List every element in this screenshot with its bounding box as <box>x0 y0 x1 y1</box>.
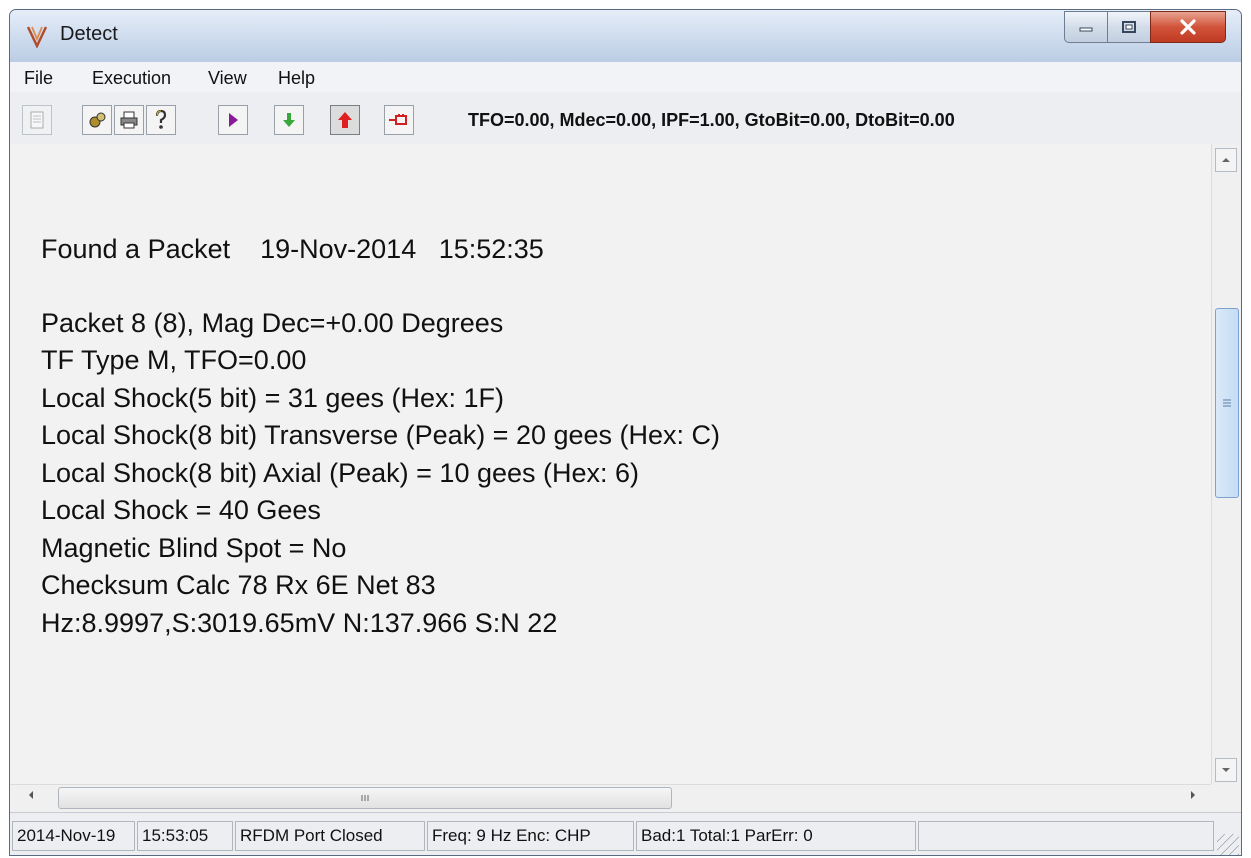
connector-icon <box>389 114 407 125</box>
scrollbar-corner <box>1211 784 1241 812</box>
output-line: Local Shock(5 bit) = 31 gees (Hex: 1F) <box>41 383 504 413</box>
new-document-button[interactable] <box>22 105 52 135</box>
scroll-right-icon[interactable] <box>1190 790 1196 800</box>
window-title: Detect <box>60 23 118 45</box>
status-bar: 2014-Nov-19 15:53:05 RFDM Port Closed Fr… <box>10 812 1241 855</box>
menu-execution[interactable]: Execution <box>92 68 171 89</box>
menu-file[interactable]: File <box>24 68 53 89</box>
output-line: Hz:8.9997,S:3019.65mV N:137.966 S:N 22 <box>41 608 558 638</box>
play-icon <box>229 113 238 127</box>
output-pane[interactable]: Found a Packet 19-Nov-2014 15:52:35 Pack… <box>10 144 1211 784</box>
output-line: Local Shock(8 bit) Axial (Peak) = 10 gee… <box>41 458 640 488</box>
close-icon <box>1180 19 1196 35</box>
app-logo-icon <box>26 26 48 48</box>
toolbar: TFO=0.00, Mdec=0.00, IPF=1.00, GtoBit=0.… <box>10 92 1241 145</box>
output-line: Local Shock = 40 Gees <box>41 495 321 525</box>
document-icon <box>30 111 44 129</box>
maximize-button[interactable] <box>1107 11 1151 43</box>
horizontal-scrollbar[interactable] <box>10 784 1211 813</box>
upload-button[interactable] <box>330 105 360 135</box>
packet-header-line: Found a Packet 19-Nov-2014 15:52:35 <box>41 234 544 264</box>
minimize-icon <box>1079 27 1093 32</box>
parameter-status: TFO=0.00, Mdec=0.00, IPF=1.00, GtoBit=0.… <box>468 110 955 130</box>
tools-icon <box>89 112 106 128</box>
status-date: 2014-Nov-19 <box>12 821 135 851</box>
grip-lines-icon <box>1223 399 1231 407</box>
down-arrow-icon <box>283 113 295 127</box>
up-arrow-icon <box>338 112 352 128</box>
status-counts: Bad:1 Total:1 ParErr: 0 <box>636 821 916 851</box>
vertical-scroll-thumb[interactable] <box>1215 308 1239 498</box>
status-frequency: Freq: 9 Hz Enc: CHP <box>427 821 634 851</box>
tools-button[interactable] <box>82 105 112 135</box>
menu-help[interactable]: Help <box>278 68 315 89</box>
print-button[interactable] <box>114 105 144 135</box>
print-icon <box>120 111 138 129</box>
close-button[interactable] <box>1150 11 1226 43</box>
help-button[interactable] <box>146 105 176 135</box>
status-time: 15:53:05 <box>137 821 233 851</box>
output-line: Checksum Calc 78 Rx 6E Net 83 <box>41 570 436 600</box>
download-button[interactable] <box>274 105 304 135</box>
title-bar[interactable]: Detect <box>10 10 1241 62</box>
minimize-button[interactable] <box>1064 11 1108 43</box>
output-line: Magnetic Blind Spot = No <box>41 533 347 563</box>
horizontal-scroll-thumb[interactable] <box>58 787 672 809</box>
menu-bar: File Execution View Help <box>10 62 1241 93</box>
output-line: Packet 8 (8), Mag Dec=+0.00 Degrees <box>41 308 504 338</box>
vertical-scrollbar[interactable] <box>1211 144 1241 784</box>
scroll-left-icon[interactable] <box>28 790 34 800</box>
status-extra <box>918 821 1214 851</box>
menu-view[interactable]: View <box>208 68 247 89</box>
maximize-icon <box>1122 21 1136 33</box>
run-button[interactable] <box>218 105 248 135</box>
scroll-up-button[interactable] <box>1215 148 1237 172</box>
status-port: RFDM Port Closed <box>235 821 425 851</box>
chevron-down-icon <box>1222 768 1230 772</box>
app-window: Detect File Execution View Help TFO=0.00… <box>9 9 1242 856</box>
grip-lines-icon <box>361 795 369 801</box>
chevron-up-icon <box>1222 158 1230 162</box>
output-line: Local Shock(8 bit) Transverse (Peak) = 2… <box>41 420 721 450</box>
scroll-down-button[interactable] <box>1215 758 1237 782</box>
resize-grip-icon[interactable] <box>1217 834 1239 855</box>
output-line: TF Type M, TFO=0.00 <box>41 345 307 375</box>
help-icon <box>155 109 167 129</box>
connect-button[interactable] <box>384 105 414 135</box>
